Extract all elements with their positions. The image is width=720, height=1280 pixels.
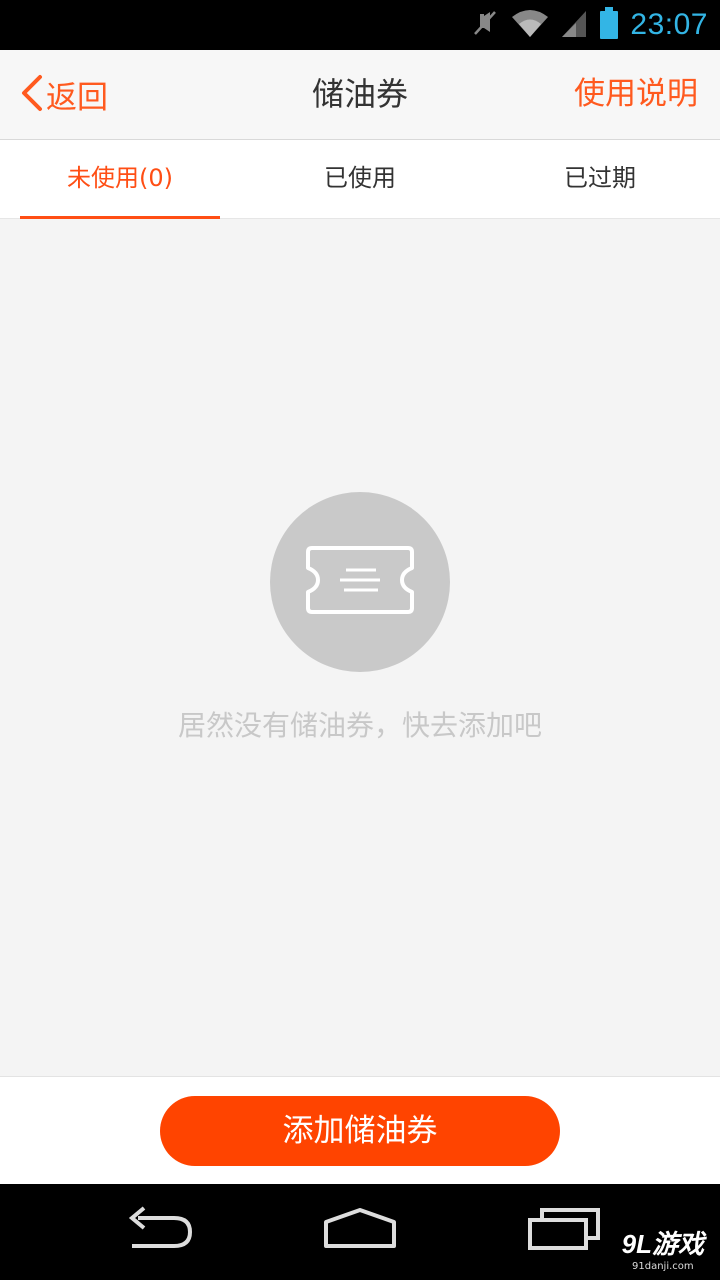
tab-expired-label: 已过期 bbox=[564, 164, 636, 192]
status-icons: 23:07 bbox=[470, 0, 708, 50]
status-bar: 23:07 bbox=[0, 0, 720, 50]
system-nav-bar: 9L游戏 91danji.com bbox=[0, 1184, 720, 1280]
ticket-icon bbox=[304, 544, 416, 620]
status-time: 23:07 bbox=[630, 8, 708, 41]
tab-bar: 未使用(0) 已使用 已过期 bbox=[0, 140, 720, 219]
tab-unused-label: 未使用(0) bbox=[67, 164, 173, 192]
chevron-left-icon bbox=[18, 73, 44, 117]
tab-expired[interactable]: 已过期 bbox=[480, 140, 720, 218]
bottom-action-bar: 添加储油券 bbox=[0, 1076, 720, 1184]
active-tab-indicator bbox=[20, 216, 220, 219]
mute-icon bbox=[470, 8, 500, 42]
signal-icon bbox=[560, 7, 588, 43]
tab-used[interactable]: 已使用 bbox=[240, 140, 480, 218]
back-nav-icon[interactable] bbox=[124, 1204, 196, 1256]
watermark-logo: 9L游戏 bbox=[621, 1229, 704, 1259]
empty-state-circle bbox=[270, 492, 450, 672]
home-nav-icon[interactable] bbox=[322, 1204, 398, 1256]
wifi-icon bbox=[510, 7, 550, 43]
watermark: 9L游戏 91danji.com bbox=[622, 1224, 704, 1272]
back-label: 返回 bbox=[46, 80, 108, 116]
battery-icon bbox=[598, 6, 620, 44]
back-button[interactable]: 返回 bbox=[18, 50, 108, 139]
add-fuel-coupon-button[interactable]: 添加储油券 bbox=[160, 1096, 560, 1166]
tab-unused[interactable]: 未使用(0) bbox=[0, 140, 240, 219]
empty-state-message: 居然没有储油券，快去添加吧 bbox=[177, 709, 542, 742]
usage-instructions-link[interactable]: 使用说明 bbox=[574, 50, 698, 139]
watermark-url: 91danji.com bbox=[632, 1261, 694, 1272]
tab-used-label: 已使用 bbox=[324, 164, 396, 192]
recents-nav-icon[interactable] bbox=[526, 1204, 602, 1256]
app-header: 返回 储油券 使用说明 bbox=[0, 50, 720, 140]
